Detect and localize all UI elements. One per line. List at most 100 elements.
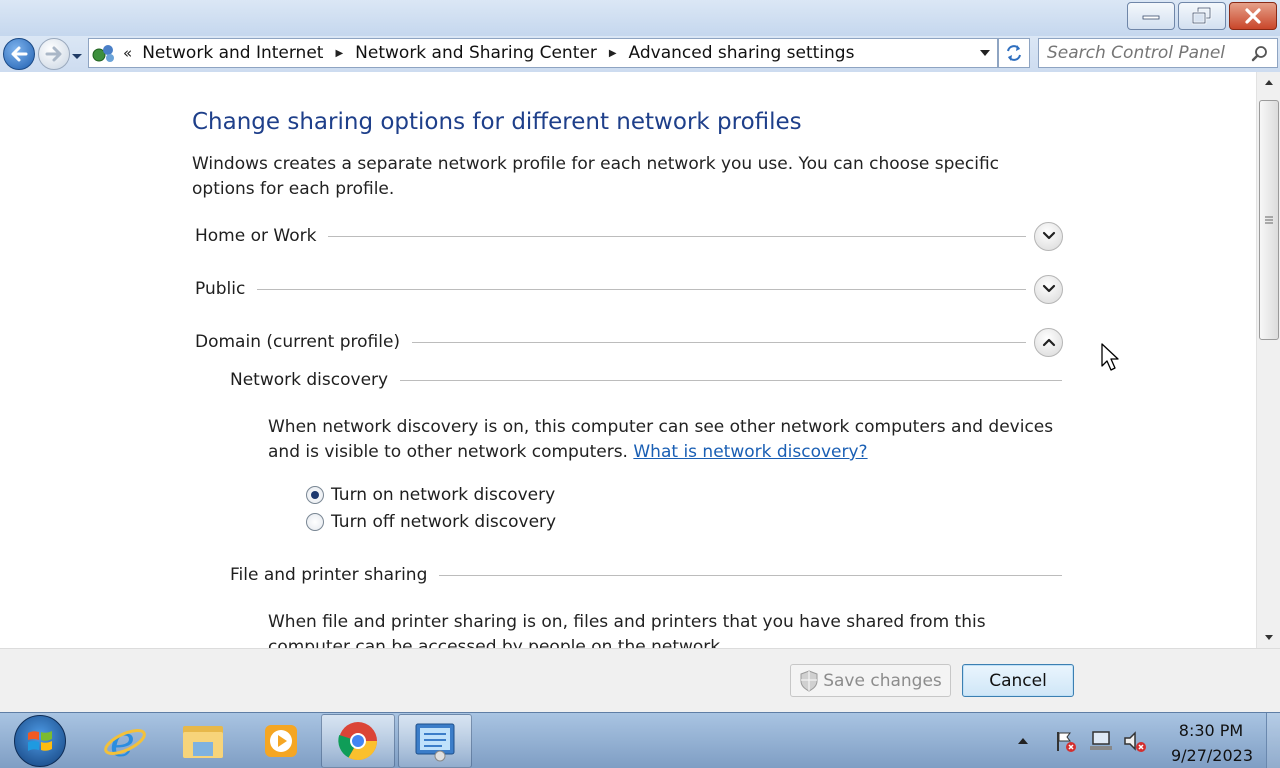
address-bar[interactable]: « Network and Internet ▶ Network and Sha… <box>88 38 998 68</box>
restore-button[interactable] <box>1178 2 1226 30</box>
vertical-scrollbar[interactable] <box>1256 72 1280 648</box>
taskbar-internet-explorer[interactable]: e <box>88 714 162 768</box>
refresh-button[interactable] <box>998 38 1030 68</box>
save-changes-button[interactable]: Save changes <box>790 664 951 697</box>
back-button[interactable] <box>3 38 35 70</box>
address-dropdown-button[interactable] <box>973 39 997 67</box>
page-description: Windows creates a separate network profi… <box>192 154 1000 199</box>
scroll-up-button[interactable] <box>1257 72 1280 92</box>
network-icon <box>1090 731 1112 750</box>
close-button[interactable] <box>1229 2 1277 30</box>
chevron-down-icon <box>1042 284 1055 293</box>
chevron-down-icon <box>72 54 82 59</box>
save-changes-label: Save changes <box>823 670 942 691</box>
taskbar-control-panel[interactable] <box>398 714 472 768</box>
profile-label[interactable]: Public <box>195 279 245 299</box>
network-discovery-help-link[interactable]: What is network discovery? <box>633 442 867 462</box>
breadcrumb-network-and-internet[interactable]: Network and Internet <box>142 43 323 63</box>
show-hidden-icons-button[interactable] <box>1010 729 1036 753</box>
network-internet-icon <box>89 39 119 67</box>
mouse-pointer-icon <box>1101 343 1119 371</box>
divider <box>400 379 1062 381</box>
page-title: Change sharing options for different net… <box>192 109 802 135</box>
address-overflow-chevron[interactable]: « <box>123 44 132 62</box>
scroll-down-arrow-icon <box>1265 635 1273 640</box>
clock-date[interactable]: 9/27/2023 <box>1160 746 1264 765</box>
forward-button[interactable] <box>38 38 70 70</box>
divider <box>412 341 1026 343</box>
search-box[interactable] <box>1038 38 1278 68</box>
main-content: Change sharing options for different net… <box>0 72 1256 648</box>
dialog-button-bar: Save changes Cancel <box>0 648 1280 712</box>
network-status-icon[interactable] <box>1088 729 1114 753</box>
section-heading: File and printer sharing <box>230 565 428 585</box>
divider <box>328 235 1026 237</box>
restore-icon <box>1192 7 1212 25</box>
minimize-button[interactable] <box>1127 2 1175 30</box>
radio-turn-on-network-discovery[interactable]: Turn on network discovery <box>306 483 555 507</box>
profile-home-or-work[interactable]: Home or Work <box>195 221 1063 251</box>
section-network-discovery: Network discovery <box>230 367 1062 393</box>
back-arrow-icon <box>11 46 28 62</box>
radio-turn-off-network-discovery[interactable]: Turn off network discovery <box>306 510 556 534</box>
chevron-down-icon <box>980 50 990 56</box>
profile-public[interactable]: Public <box>195 274 1063 304</box>
recent-pages-button[interactable] <box>70 48 84 62</box>
action-center-icon[interactable] <box>1052 729 1078 753</box>
profile-domain[interactable]: Domain (current profile) <box>195 327 1063 357</box>
scroll-thumb[interactable] <box>1259 100 1279 340</box>
close-icon <box>1245 8 1261 24</box>
radio-label[interactable]: Turn on network discovery <box>331 485 555 505</box>
chevron-down-icon <box>1042 231 1055 240</box>
media-player-icon <box>265 725 297 757</box>
expand-button[interactable] <box>1034 221 1063 251</box>
uac-shield-icon <box>800 669 818 692</box>
search-icon[interactable] <box>1251 45 1269 63</box>
breadcrumb-advanced-sharing-settings[interactable]: Advanced sharing settings <box>629 43 855 63</box>
scroll-down-button[interactable] <box>1257 628 1280 648</box>
radio-button[interactable] <box>306 513 324 531</box>
collapse-button[interactable] <box>1034 327 1063 357</box>
control-panel-icon <box>415 723 455 762</box>
profile-label[interactable]: Home or Work <box>195 226 316 246</box>
breadcrumb-separator-icon[interactable]: ▶ <box>609 48 617 59</box>
start-button[interactable] <box>14 715 66 767</box>
taskbar-windows-explorer[interactable] <box>166 714 240 768</box>
radio-selected-dot <box>311 491 319 499</box>
grip-icon <box>1265 216 1273 224</box>
taskbar-media-player[interactable] <box>244 714 318 768</box>
refresh-icon <box>1007 45 1021 61</box>
navigation-bar: « Network and Internet ▶ Network and Sha… <box>0 36 1280 72</box>
chevron-up-icon <box>1042 338 1055 347</box>
breadcrumb-separator-icon[interactable]: ▶ <box>335 48 343 59</box>
divider <box>257 288 1026 290</box>
section-heading: Network discovery <box>230 370 389 390</box>
radio-button[interactable] <box>306 486 324 504</box>
scroll-up-arrow-icon <box>1265 80 1273 85</box>
breadcrumb-network-sharing-center[interactable]: Network and Sharing Center <box>355 43 597 63</box>
cancel-button[interactable]: Cancel <box>962 664 1074 697</box>
network-discovery-description: When network discovery is on, this compu… <box>268 415 1068 465</box>
radio-label[interactable]: Turn off network discovery <box>331 512 556 532</box>
flag-icon <box>1057 732 1076 752</box>
taskbar: e 8:30 PM 9/27/2023 <box>0 712 1280 768</box>
section-file-printer-sharing: File and printer sharing <box>230 562 1062 588</box>
profile-label[interactable]: Domain (current profile) <box>195 332 400 352</box>
folder-icon <box>183 726 223 758</box>
minimize-icon <box>1142 15 1160 20</box>
file-printer-sharing-description: When file and printer sharing is on, fil… <box>268 612 986 648</box>
speaker-muted-icon <box>1124 731 1146 752</box>
taskbar-chrome[interactable] <box>321 714 395 768</box>
expand-button[interactable] <box>1034 274 1063 304</box>
chrome-icon <box>338 722 378 761</box>
title-bar <box>0 0 1280 36</box>
divider <box>439 574 1062 576</box>
volume-icon[interactable] <box>1122 729 1148 753</box>
clock-time[interactable]: 8:30 PM <box>1166 721 1256 740</box>
show-desktop-button[interactable] <box>1266 713 1280 768</box>
search-input[interactable] <box>1047 43 1247 63</box>
internet-explorer-icon: e <box>104 718 146 764</box>
chevron-up-icon <box>1018 738 1028 744</box>
forward-arrow-icon <box>45 46 62 62</box>
windows-logo-icon <box>28 731 52 751</box>
